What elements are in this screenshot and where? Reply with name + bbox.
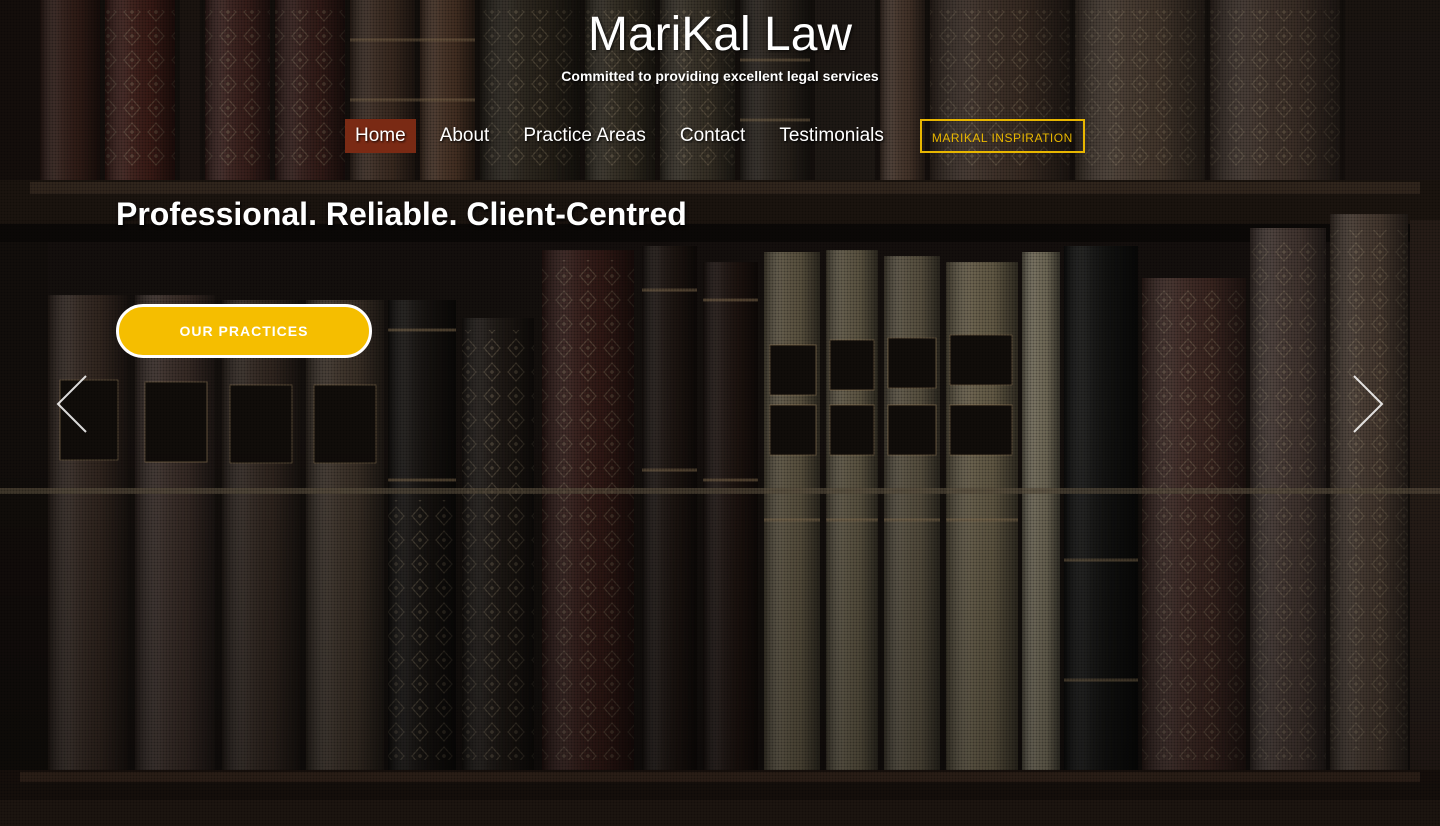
chevron-left-icon	[56, 375, 87, 433]
nav-item-contact[interactable]: Contact	[670, 119, 755, 153]
hero-headline: Professional. Reliable. Client-Centred	[116, 196, 687, 232]
slideshow-next-button[interactable]	[1348, 372, 1388, 436]
marikal-inspiration-button[interactable]: MARIKAL INSPIRATION	[919, 119, 1085, 153]
chevron-right-icon	[1353, 375, 1384, 433]
our-practices-button[interactable]: OUR PRACTICES	[116, 304, 372, 358]
nav-item-testimonials[interactable]: Testimonials	[769, 119, 894, 153]
hero-slideshow: MariKal Law Committed to providing excel…	[0, 0, 1440, 826]
nav-item-practice-areas[interactable]: Practice Areas	[513, 119, 656, 153]
nav-item-about[interactable]: About	[430, 119, 500, 153]
site-title[interactable]: MariKal Law	[0, 6, 1440, 64]
slideshow-prev-button[interactable]	[52, 372, 92, 436]
main-navigation: Home About Practice Areas Contact Testim…	[345, 119, 1085, 153]
site-tagline: Committed to providing excellent legal s…	[561, 68, 879, 84]
nav-item-home[interactable]: Home	[345, 119, 416, 153]
